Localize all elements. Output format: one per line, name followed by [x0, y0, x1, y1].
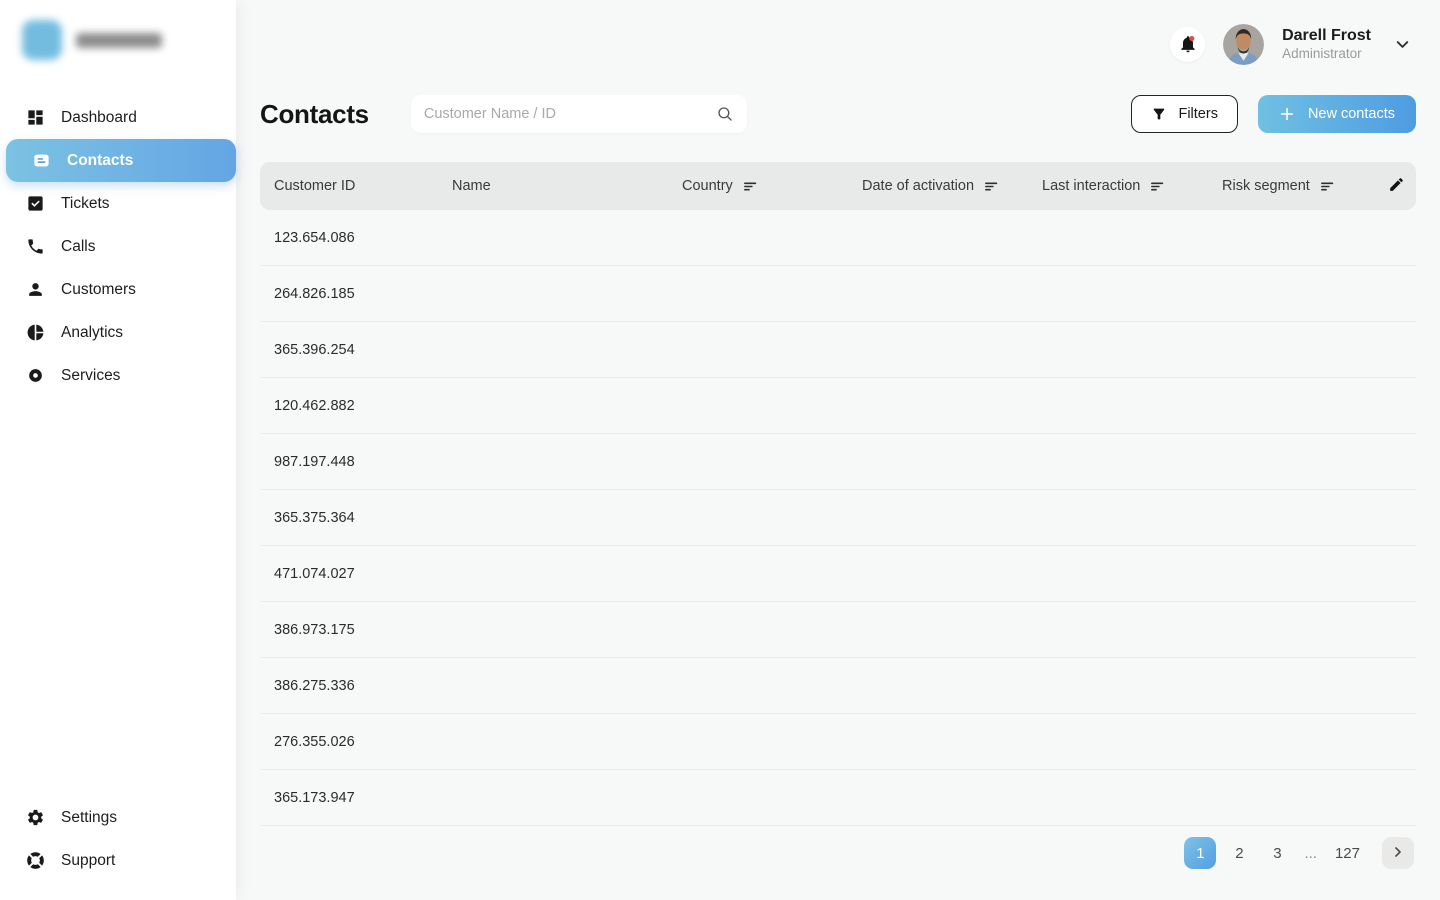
contact-card-icon: [31, 151, 51, 171]
sort-icon: [983, 178, 1000, 195]
page-title: Contacts: [260, 99, 369, 130]
column-header-label: Name: [452, 178, 491, 194]
pagination-page-3[interactable]: 3: [1262, 837, 1292, 869]
pagination-page-2[interactable]: 2: [1224, 837, 1254, 869]
table-row: 123.654.086: [260, 210, 1416, 266]
pagination-ellipsis: ...: [1300, 845, 1321, 862]
column-header-country[interactable]: Country: [682, 178, 862, 195]
sidebar-item-label: Analytics: [61, 324, 123, 342]
sidebar-nav: Dashboard Contacts Tickets Calls Customers An…: [0, 96, 236, 397]
sidebar-item-label: Settings: [61, 809, 117, 827]
main-area: Darell Frost Administrator Contacts Filt…: [236, 0, 1440, 900]
brand-logo-icon: [22, 20, 62, 60]
sidebar-item-label: Customers: [61, 281, 136, 299]
pagination-page-1[interactable]: 1: [1184, 837, 1216, 869]
filter-icon: [1151, 106, 1167, 122]
new-contacts-button-label: New contacts: [1308, 106, 1395, 122]
column-header-label: Customer ID: [274, 178, 355, 194]
table-body: 123.654.086 264.826.185 365.396.254 120.…: [260, 210, 1416, 826]
donut-icon: [25, 366, 45, 386]
column-header-label: Country: [682, 178, 733, 194]
sidebar-item-contacts[interactable]: Contacts: [6, 139, 236, 182]
sidebar-item-label: Calls: [61, 238, 95, 256]
table-row: 386.275.336: [260, 658, 1416, 714]
search-icon: [716, 105, 734, 123]
dashboard-icon: [25, 108, 45, 128]
sidebar: Dashboard Contacts Tickets Calls Customers An…: [0, 0, 236, 900]
user-role: Administrator: [1282, 46, 1371, 63]
pagination-page-127[interactable]: 127: [1329, 837, 1366, 869]
chevron-right-icon: [1390, 844, 1406, 863]
pagination: 123... 127: [260, 826, 1416, 869]
edit-column-button[interactable]: [1376, 176, 1416, 197]
sidebar-item-dashboard[interactable]: Dashboard: [0, 96, 236, 139]
sidebar-item-label: Services: [61, 367, 120, 385]
table-row: 264.826.185: [260, 266, 1416, 322]
table-row: 120.462.882: [260, 378, 1416, 434]
column-header-customer-id: Customer ID: [274, 178, 452, 194]
table-row: 365.396.254: [260, 322, 1416, 378]
sidebar-item-tickets[interactable]: Tickets: [0, 182, 236, 225]
table-row: 276.355.026: [260, 714, 1416, 770]
pagination-next-button[interactable]: [1382, 837, 1414, 869]
chevron-down-icon: [1393, 35, 1412, 54]
bell-icon: [1178, 34, 1198, 54]
sort-icon: [742, 178, 759, 195]
column-header-label: Risk segment: [1222, 178, 1310, 194]
user-menu-label: Darell Frost Administrator: [1282, 26, 1371, 63]
table-row: 365.375.364: [260, 490, 1416, 546]
user-menu-toggle[interactable]: [1389, 31, 1416, 58]
sidebar-item-services[interactable]: Services: [0, 354, 236, 397]
phone-icon: [25, 237, 45, 257]
content-header: Contacts Filters New contacts: [260, 92, 1416, 136]
table-row: 365.173.947: [260, 770, 1416, 826]
column-header-date-of-activation[interactable]: Date of activation: [862, 178, 1042, 195]
filters-button[interactable]: Filters: [1131, 95, 1237, 133]
notifications-button[interactable]: [1170, 27, 1205, 62]
plus-icon: [1279, 106, 1295, 122]
sidebar-item-label: Support: [61, 852, 115, 870]
sidebar-item-settings[interactable]: Settings: [0, 796, 236, 839]
user-name: Darell Frost: [1282, 26, 1371, 46]
sidebar-item-analytics[interactable]: Analytics: [0, 311, 236, 354]
column-header-risk-segment[interactable]: Risk segment: [1222, 178, 1376, 195]
sidebar-item-label: Tickets: [61, 195, 110, 213]
lifebuoy-icon: [25, 851, 45, 871]
brand-logo: [0, 0, 236, 68]
brand-logo-text: [76, 33, 162, 48]
sidebar-item-support[interactable]: Support: [0, 839, 236, 882]
search-box: [411, 95, 747, 133]
new-contacts-button[interactable]: New contacts: [1258, 95, 1416, 133]
table-row: 386.973.175: [260, 602, 1416, 658]
sidebar-item-label: Dashboard: [61, 109, 137, 127]
search-input[interactable]: [424, 106, 716, 122]
column-header-last-interaction[interactable]: Last interaction: [1042, 178, 1222, 195]
sidebar-item-customers[interactable]: Customers: [0, 268, 236, 311]
pencil-icon: [1388, 176, 1405, 197]
table-row: 471.074.027: [260, 546, 1416, 602]
filters-button-label: Filters: [1178, 106, 1217, 122]
avatar[interactable]: [1223, 24, 1264, 65]
ticket-check-icon: [25, 194, 45, 214]
contacts-table: Customer ID Name Country Date of activation…: [260, 162, 1416, 826]
gear-icon: [25, 808, 45, 828]
table-header: Customer ID Name Country Date of activation…: [260, 162, 1416, 210]
table-row: 987.197.448: [260, 434, 1416, 490]
sort-icon: [1319, 178, 1336, 195]
pie-chart-icon: [25, 323, 45, 343]
column-header-label: Date of activation: [862, 178, 974, 194]
sidebar-footer-nav: Settings Support: [0, 796, 236, 882]
notification-dot: [1189, 36, 1194, 41]
column-header-label: Last interaction: [1042, 178, 1140, 194]
column-header-name: Name: [452, 178, 682, 194]
person-icon: [25, 280, 45, 300]
sidebar-item-calls[interactable]: Calls: [0, 225, 236, 268]
sort-icon: [1149, 178, 1166, 195]
topbar: Darell Frost Administrator: [260, 0, 1416, 88]
sidebar-item-label: Contacts: [67, 152, 133, 170]
